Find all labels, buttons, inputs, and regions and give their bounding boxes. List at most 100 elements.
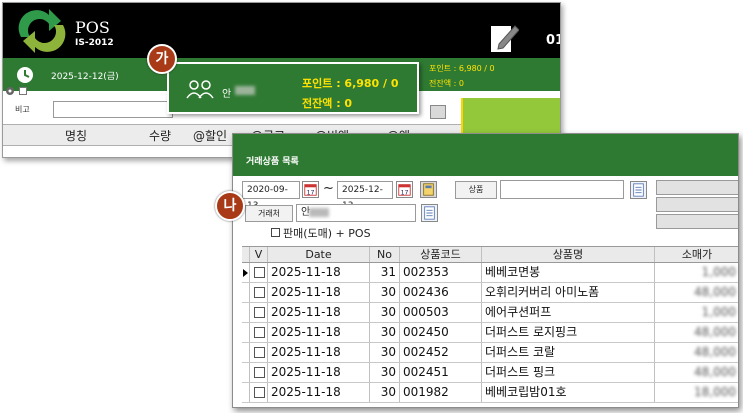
right-button-1[interactable] [656, 180, 738, 195]
header-number: 01 [546, 33, 560, 48]
row-checkbox[interactable] [254, 267, 265, 278]
grid-header-row: V Date No 상품코드 상품명 소매가 [242, 247, 738, 263]
row-checkbox-cell[interactable] [250, 383, 268, 402]
square-icon[interactable] [19, 87, 27, 95]
row-price-value: 18,000 [694, 385, 736, 399]
header-name[interactable]: 상품명 [482, 247, 655, 262]
right-button-3[interactable] [656, 214, 738, 229]
back-header: POS IS-2012 01 [3, 3, 560, 58]
date-range-tilde: ~ [323, 181, 334, 196]
document-icon[interactable] [630, 181, 647, 199]
row-checkbox-cell[interactable] [250, 363, 268, 382]
row-selector[interactable] [242, 363, 250, 382]
row-code: 002436 [400, 283, 482, 302]
logo-title: POS [75, 18, 110, 37]
customer-point-popup: 안 포인트 : 6,980 / 0 전잔액 : 0 [167, 62, 419, 114]
product-label: 상품 [455, 181, 497, 199]
back-right-balance: 전잔액 : 0 [429, 79, 464, 88]
table-row[interactable]: 2025-11-18 30 002436 오휘리커버리 아미노폼 48,000 [242, 283, 738, 303]
table-row[interactable]: 2025-11-18 30 000503 에어쿠션퍼프 1,000 [242, 303, 738, 323]
row-selector[interactable] [242, 383, 250, 402]
balance-text: 전잔액 : 0 [302, 97, 353, 110]
calculator-icon[interactable] [420, 181, 437, 198]
remark-label: 비고 [15, 105, 30, 114]
right-button-2[interactable] [656, 197, 738, 212]
row-price: 18,000 [655, 383, 738, 402]
product-search-input[interactable] [500, 180, 624, 199]
back-lime-panel [461, 98, 560, 136]
row-selector[interactable] [242, 283, 250, 302]
row-checkbox-cell[interactable] [250, 323, 268, 342]
header-v[interactable]: V [250, 247, 268, 262]
row-checkbox-cell[interactable] [250, 303, 268, 322]
front-window-title: 거래상품 목록 [246, 157, 299, 167]
customer-label: 거래처 [245, 205, 293, 222]
row-code: 000503 [400, 303, 482, 322]
row-selector[interactable] [242, 343, 250, 362]
row-price-value: 1,000 [701, 305, 736, 319]
row-checkbox[interactable] [254, 347, 265, 358]
table-row[interactable]: 2025-11-18 30 002452 더퍼스트 코랄 48,000 [242, 343, 738, 363]
row-name: 더퍼스트 핑크 [482, 363, 655, 382]
row-price-value: 48,000 [694, 345, 736, 359]
row-checkbox-cell[interactable] [250, 283, 268, 302]
logo-arrows-icon [18, 9, 66, 53]
row-checkbox-cell[interactable] [250, 263, 268, 282]
table-row[interactable]: 2025-11-18 30 002451 더퍼스트 핑크 48,000 [242, 363, 738, 383]
front-title-bar: 거래상품 목록 [233, 134, 738, 176]
transaction-products-window: 거래상품 목록 2020-09-13 17 ~ 2025-12-13 17 상품… [232, 133, 739, 408]
gear-icon[interactable] [5, 86, 15, 96]
point-text: 포인트 : 6,980 / 0 [302, 77, 399, 90]
back-col-qty: 수량 [149, 129, 172, 143]
row-no: 31 [370, 263, 400, 282]
back-col-discount: @할인 [193, 129, 228, 143]
date-from-input[interactable]: 2020-09-13 [242, 181, 300, 211]
remark-input[interactable] [53, 101, 173, 118]
row-code: 002451 [400, 363, 482, 382]
sale-pos-checkbox[interactable]: 판매(도매) + POS [271, 225, 371, 241]
row-selector[interactable] [242, 263, 250, 282]
row-checkbox[interactable] [254, 387, 265, 398]
row-code: 002353 [400, 263, 482, 282]
customer-blur [309, 208, 329, 217]
row-checkbox[interactable] [254, 307, 265, 318]
row-price: 1,000 [655, 303, 738, 322]
row-checkbox[interactable] [254, 327, 265, 338]
table-row[interactable]: 2025-11-18 30 001982 베베코립밤01호 18,000 [242, 383, 738, 403]
row-price-value: 48,000 [694, 325, 736, 339]
row-checkbox[interactable] [254, 367, 265, 378]
row-date: 2025-11-18 [268, 343, 370, 362]
row-date: 2025-11-18 [268, 263, 370, 282]
row-selector[interactable] [242, 323, 250, 342]
product-grid: V Date No 상품코드 상품명 소매가 2025-11-18 31 00235… [242, 246, 738, 407]
row-checkbox-cell[interactable] [250, 343, 268, 362]
row-no: 30 [370, 383, 400, 402]
row-name: 더퍼스트 로지핑크 [482, 323, 655, 342]
customer-name: 안 [222, 89, 232, 100]
sale-pos-label: 판매(도매) + POS [283, 227, 371, 240]
calendar-icon[interactable]: 17 [396, 181, 413, 198]
row-date: 2025-11-18 [268, 323, 370, 342]
people-icon [186, 80, 214, 99]
header-code[interactable]: 상품코드 [400, 247, 482, 262]
row-no: 30 [370, 323, 400, 342]
row-date: 2025-11-18 [268, 383, 370, 402]
back-date-text: 2025-12-12(금) [51, 72, 119, 82]
header-date[interactable]: Date [268, 247, 370, 262]
checkbox-box[interactable] [271, 228, 280, 237]
row-date: 2025-11-18 [268, 363, 370, 382]
row-selector[interactable] [242, 303, 250, 322]
table-row[interactable]: 2025-11-18 30 002450 더퍼스트 로지핑크 48,000 [242, 323, 738, 343]
row-no: 30 [370, 343, 400, 362]
back-small-button[interactable] [430, 105, 446, 119]
table-row[interactable]: 2025-11-18 31 002353 베베코면봉 1,000 [242, 263, 738, 283]
row-name: 베베코면봉 [482, 263, 655, 282]
header-no[interactable]: No [370, 247, 400, 262]
date-to-input[interactable]: 2025-12-13 [337, 181, 393, 211]
row-code: 001982 [400, 383, 482, 402]
note-pencil-icon[interactable] [489, 22, 519, 54]
calendar-icon[interactable]: 17 [302, 181, 319, 198]
document-icon[interactable] [421, 204, 438, 222]
row-checkbox[interactable] [254, 287, 265, 298]
header-price[interactable]: 소매가 [655, 247, 738, 262]
